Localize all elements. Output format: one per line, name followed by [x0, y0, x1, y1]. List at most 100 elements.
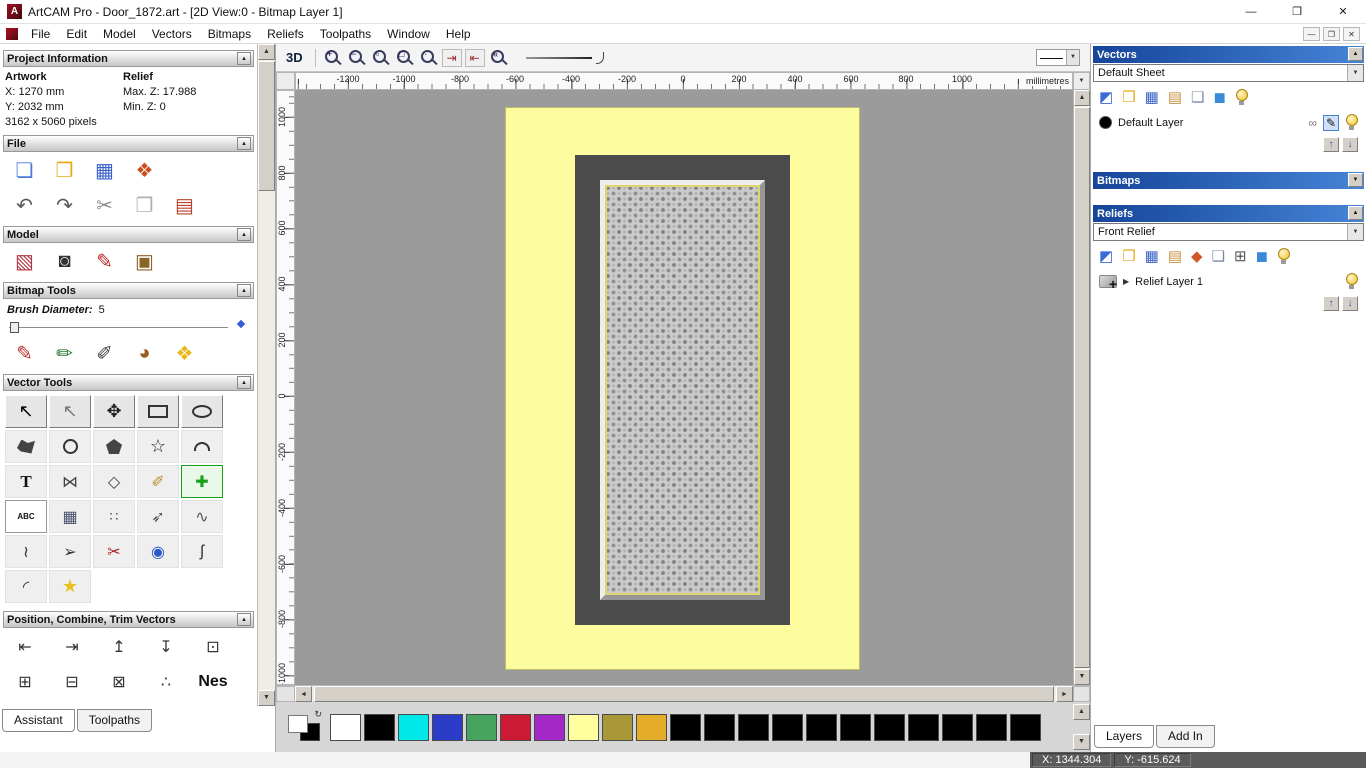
measure-icon[interactable]: ✐: [137, 465, 179, 498]
expand-section-button[interactable]: [1348, 173, 1363, 187]
create-polyline-icon[interactable]: [5, 430, 47, 463]
create-polygon-icon[interactable]: [93, 430, 135, 463]
view-3d-button[interactable]: 3D: [280, 49, 309, 66]
redo-icon[interactable]: ↷: [49, 192, 80, 219]
transform-vectors-icon[interactable]: ✥: [93, 395, 135, 428]
collapse-section-button[interactable]: [1348, 206, 1363, 220]
scrollbar-thumb[interactable]: [314, 686, 1054, 702]
paste-along-curve-icon[interactable]: ✚: [181, 465, 223, 498]
vector-layer-row[interactable]: Default Layer ∞ ✎: [1091, 110, 1366, 135]
menu-Vectors[interactable]: Vectors: [144, 24, 200, 44]
edit-layer-icon[interactable]: ✎: [1322, 114, 1339, 131]
align-bottom-icon[interactable]: ↧: [154, 633, 178, 660]
fit-spline-icon[interactable]: ʃ: [181, 535, 223, 568]
open-vectors-icon[interactable]: ❒: [1122, 89, 1135, 106]
node-editing-icon[interactable]: ↖: [49, 395, 91, 428]
palette-icon[interactable]: ◕: [129, 340, 160, 367]
vector-sheet-select[interactable]: Default Sheet: [1093, 64, 1364, 82]
align-center-icon[interactable]: ⊡: [201, 633, 225, 660]
scroll-down-button[interactable]: [1073, 734, 1090, 750]
save-model-icon[interactable]: ▦: [89, 157, 120, 184]
chevron-down-icon[interactable]: [1066, 50, 1079, 65]
extrude-vector-icon[interactable]: ◉: [137, 535, 179, 568]
link-layer-icon[interactable]: ∞: [1308, 116, 1317, 130]
color-swatch-19[interactable]: [976, 713, 1007, 741]
move-layer-down-button[interactable]: ↓: [1342, 137, 1358, 152]
collapse-section-button[interactable]: [237, 376, 251, 389]
brush-diameter-slider[interactable]: [7, 319, 246, 334]
new-vector-sheet-icon[interactable]: ◩: [1099, 89, 1113, 106]
menu-Window[interactable]: Window: [379, 24, 438, 44]
relief-layer-row[interactable]: ▶ Relief Layer 1: [1091, 269, 1366, 294]
mirror-vectors-icon[interactable]: ⋈: [49, 465, 91, 498]
color-swatch-13[interactable]: [772, 713, 803, 741]
open-model-icon[interactable]: ❒: [49, 157, 80, 184]
undo-icon[interactable]: ↶: [9, 192, 40, 219]
move-layer-up-button[interactable]: ↑: [1323, 137, 1339, 152]
zoom-previous-icon[interactable]: «: [488, 48, 509, 68]
door-frame-shape[interactable]: [575, 155, 790, 625]
freehand-draw-icon[interactable]: ≀: [5, 535, 47, 568]
offset-vectors-icon[interactable]: ◇: [93, 465, 135, 498]
move-layer-up-button[interactable]: ↑: [1323, 296, 1339, 311]
copy-icon[interactable]: ❐: [129, 192, 160, 219]
menu-Bitmaps[interactable]: Bitmaps: [200, 24, 259, 44]
collapse-section-button[interactable]: [237, 284, 251, 297]
color-swatch-20[interactable]: [1010, 713, 1041, 741]
transfer-relief-icon[interactable]: ◆: [1191, 248, 1203, 265]
close-button[interactable]: ✕: [1320, 0, 1366, 24]
tab-Assistant[interactable]: Assistant: [2, 709, 75, 732]
load-picture-icon[interactable]: ▣: [129, 248, 160, 275]
collapse-section-button[interactable]: [237, 228, 251, 241]
tab-Add In[interactable]: Add In: [1156, 725, 1215, 748]
color-swatch-15[interactable]: [840, 713, 871, 741]
scroll-right-button[interactable]: [1056, 686, 1073, 702]
delete-vector-layer-icon[interactable]: ◼: [1213, 89, 1225, 106]
nesting-icon[interactable]: Nes: [198, 668, 227, 695]
menu-Help[interactable]: Help: [438, 24, 479, 44]
paint-selective-icon[interactable]: ✏: [49, 340, 80, 367]
scroll-up-button[interactable]: [1074, 90, 1090, 106]
merge-vector-layers-icon[interactable]: ▤: [1168, 89, 1182, 106]
new-relief-icon[interactable]: ◩: [1099, 248, 1113, 265]
collapse-section-button[interactable]: [237, 52, 251, 65]
scroll-down-button[interactable]: [1074, 669, 1090, 685]
minimize-button[interactable]: —: [1228, 0, 1274, 24]
merge-relief-icon[interactable]: ▤: [1168, 248, 1182, 265]
join-vectors-icon[interactable]: ➢: [49, 535, 91, 568]
create-arc-icon[interactable]: [181, 430, 223, 463]
mdi-restore-button[interactable]: ❐: [1323, 26, 1340, 41]
layer-visibility-icon[interactable]: [1345, 114, 1358, 131]
align-left-icon[interactable]: ⇤: [13, 633, 37, 660]
new-model-icon[interactable]: ❏: [9, 157, 40, 184]
align-right-icon[interactable]: ⇥: [60, 633, 84, 660]
color-swatch-2[interactable]: [398, 713, 429, 741]
adjust-model-icon[interactable]: ◙: [49, 248, 80, 275]
color-swatch-6[interactable]: [534, 713, 565, 741]
collapse-section-button[interactable]: [1348, 47, 1363, 61]
save-relief-icon[interactable]: ▦: [1145, 248, 1159, 265]
collapse-section-button[interactable]: [237, 613, 251, 626]
vector-texture-icon[interactable]: ★: [49, 570, 91, 603]
maximize-button[interactable]: ❐: [1274, 0, 1320, 24]
text-grid-icon[interactable]: ▦: [49, 500, 91, 533]
toggle-all-visibility-icon[interactable]: [1235, 89, 1248, 106]
zoom-window-icon[interactable]: ▫: [370, 48, 391, 68]
active-colors-indicator[interactable]: ↻: [286, 709, 322, 743]
toggle-relief-visibility-icon[interactable]: [1277, 248, 1291, 265]
cut-icon[interactable]: ✂: [89, 192, 120, 219]
save-vectors-icon[interactable]: ▦: [1145, 89, 1159, 106]
zoom-in-icon[interactable]: +: [322, 48, 343, 68]
zoom-objects-icon[interactable]: ∙: [418, 48, 439, 68]
slider-thumb[interactable]: [10, 322, 19, 333]
scroll-left-button[interactable]: [295, 686, 312, 702]
scroll-up-button[interactable]: [258, 44, 275, 60]
color-swatch-10[interactable]: [670, 713, 701, 741]
draw-icon[interactable]: ✐: [89, 340, 120, 367]
menu-Toolpaths[interactable]: Toolpaths: [312, 24, 379, 44]
scroll-down-button[interactable]: [258, 690, 275, 706]
color-swatch-4[interactable]: [466, 713, 497, 741]
color-swatch-16[interactable]: [874, 713, 905, 741]
open-relief-icon[interactable]: ❒: [1122, 248, 1135, 265]
color-swatch-12[interactable]: [738, 713, 769, 741]
